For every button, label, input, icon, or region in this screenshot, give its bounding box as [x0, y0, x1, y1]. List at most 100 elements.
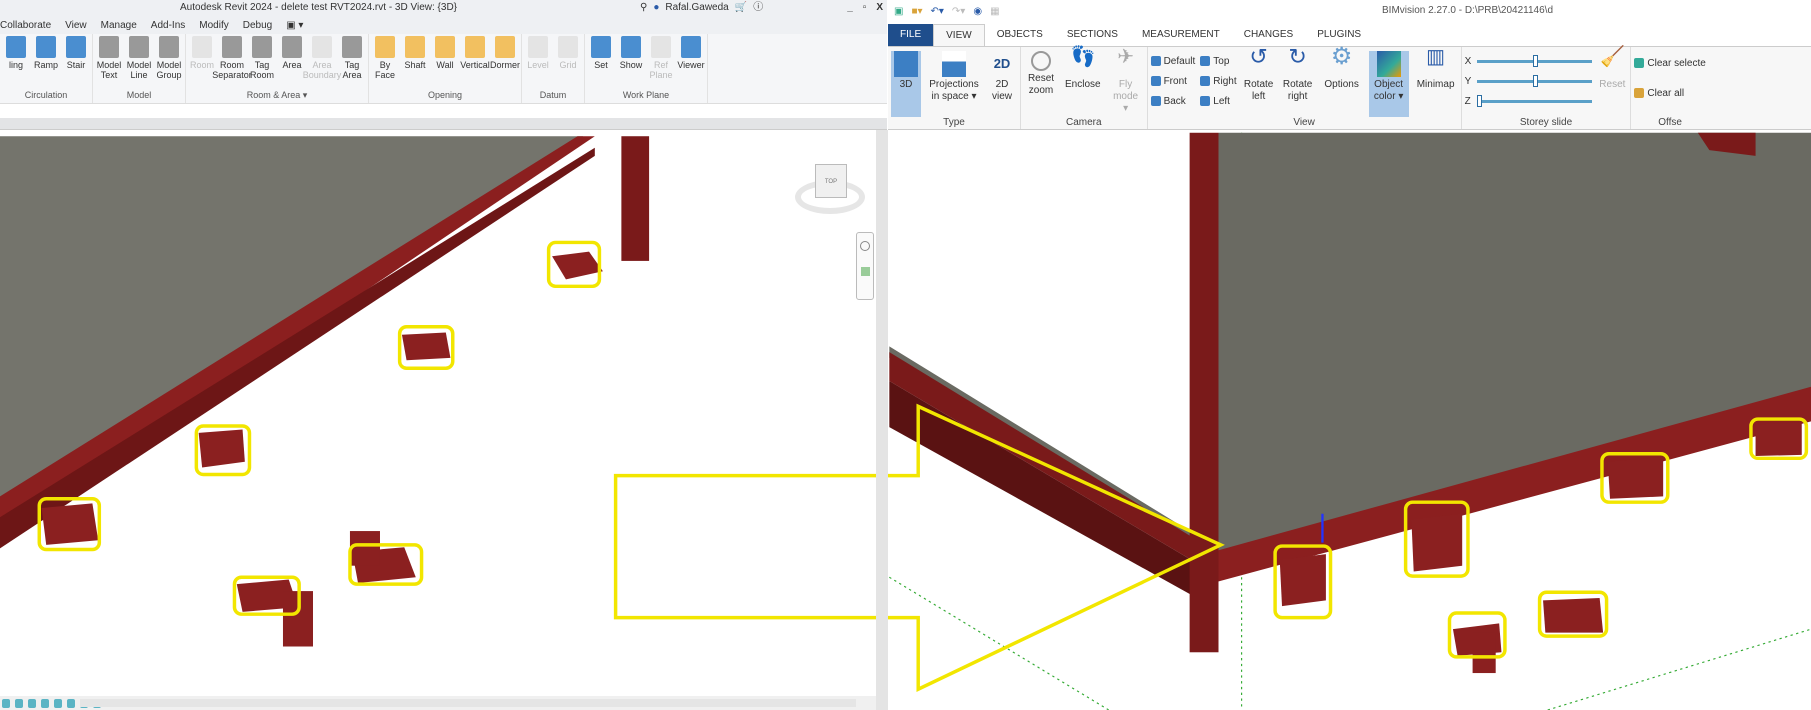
- scale-icon[interactable]: [2, 698, 10, 708]
- close-button[interactable]: X: [876, 0, 883, 16]
- minimize-button[interactable]: _: [847, 0, 853, 16]
- button-label: Tag Area: [342, 60, 362, 80]
- room-button[interactable]: Room: [189, 34, 215, 88]
- 3d-button[interactable]: 3D: [891, 51, 921, 117]
- object-color-button[interactable]: Object color ▾: [1368, 51, 1409, 117]
- steering-wheel-icon[interactable]: [860, 241, 870, 251]
- render-icon[interactable]: [67, 698, 75, 708]
- slider-y[interactable]: Y: [1465, 71, 1593, 91]
- rotate-left-button[interactable]: ↺ Rotate left: [1242, 46, 1276, 103]
- model-group-button[interactable]: Model Group: [156, 34, 182, 88]
- viewcube-face[interactable]: TOP: [815, 164, 847, 198]
- minimap-button[interactable]: ▥ Minimap: [1414, 47, 1458, 91]
- detail-level-icon[interactable]: [15, 698, 23, 708]
- tab-view[interactable]: View: [65, 18, 87, 34]
- vertical-button[interactable]: Vertical: [460, 34, 490, 88]
- slider-thumb[interactable]: [1533, 54, 1539, 67]
- tab-objects[interactable]: OBJECTS: [985, 24, 1055, 46]
- redo-icon[interactable]: ↷▾: [952, 6, 965, 17]
- room-separator-icon: [222, 36, 242, 58]
- reset-button[interactable]: 🧹 Reset: [1597, 47, 1627, 91]
- horizontal-scrollbar[interactable]: [80, 699, 856, 707]
- ling-button[interactable]: ling: [3, 34, 29, 88]
- view-front-button[interactable]: Front: [1150, 71, 1196, 91]
- show-button[interactable]: Show: [618, 34, 644, 88]
- tab-modify[interactable]: Modify: [199, 18, 228, 34]
- target-icon[interactable]: ◉: [973, 6, 982, 17]
- panel-label: Datum: [539, 90, 567, 100]
- enclose-button[interactable]: 👣 Enclose: [1063, 47, 1103, 91]
- tab-panel-toggle[interactable]: ▣ ▾: [286, 18, 303, 34]
- user-name[interactable]: Rafal.Gaweda: [665, 0, 728, 16]
- ramp-button[interactable]: Ramp: [33, 34, 59, 88]
- clear-selected-icon: [1634, 58, 1645, 68]
- tab-add-ins[interactable]: Add-Ins: [151, 18, 185, 34]
- reset-zoom-button[interactable]: Reset zoom: [1024, 51, 1058, 97]
- shaft-button[interactable]: Shaft: [402, 34, 428, 88]
- level-button[interactable]: Level: [525, 34, 551, 88]
- button-label: Viewer: [677, 60, 705, 70]
- area-button[interactable]: Area: [279, 34, 305, 88]
- room-separator-button[interactable]: Room Separator: [212, 34, 252, 88]
- help-icon[interactable]: ⓘ: [753, 0, 763, 16]
- navigation-bar[interactable]: [856, 232, 874, 300]
- revit-window: Autodesk Revit 2024 - delete test RVT202…: [0, 0, 887, 710]
- model-line-button[interactable]: Model Line: [126, 34, 152, 88]
- 2d-view-button[interactable]: 2D 2D view: [987, 51, 1017, 103]
- tab-manage[interactable]: Manage: [101, 18, 137, 34]
- pane-divider[interactable]: [876, 130, 888, 710]
- button-label: Shaft: [404, 60, 426, 70]
- shadows-icon[interactable]: [54, 698, 62, 708]
- slider-thumb[interactable]: [1476, 94, 1482, 107]
- revit-ribbon: ling Ramp Stair Circulation Model Text Model …: [0, 34, 887, 104]
- settings-icon[interactable]: ▦: [990, 6, 999, 17]
- tab-file[interactable]: FILE: [888, 24, 934, 46]
- viewcube[interactable]: TOP: [795, 160, 865, 220]
- tab-collaborate[interactable]: Collaborate: [0, 18, 51, 34]
- view-back-button[interactable]: Back: [1150, 91, 1196, 111]
- binoculars-icon[interactable]: ⚲: [640, 0, 647, 16]
- open-icon[interactable]: ■▾: [911, 6, 922, 17]
- tab-view[interactable]: VIEW: [933, 24, 985, 46]
- visual-style-icon[interactable]: [28, 698, 36, 708]
- cart-icon[interactable]: 🛒: [735, 0, 747, 16]
- viewer-button[interactable]: Viewer: [677, 34, 705, 88]
- view-default-button[interactable]: Default: [1150, 51, 1195, 71]
- panel-circulation: ling Ramp Stair Circulation: [0, 34, 93, 103]
- model-text-button[interactable]: Model Text: [96, 34, 122, 88]
- tab-changes[interactable]: CHANGES: [1232, 24, 1305, 46]
- slider-thumb[interactable]: [1533, 74, 1539, 87]
- slider-x[interactable]: X: [1465, 51, 1593, 71]
- options-button[interactable]: ⚙ Options: [1320, 45, 1364, 91]
- tab-debug[interactable]: Debug: [243, 18, 272, 34]
- zoom-icon[interactable]: [860, 267, 870, 276]
- clear-all-button[interactable]: Clear all: [1634, 83, 1684, 103]
- tag-room-button[interactable]: Tag Room: [249, 34, 275, 88]
- view-top-button[interactable]: Top: [1200, 51, 1236, 71]
- area-boundary-button[interactable]: Area Boundary: [303, 34, 341, 88]
- view-top-icon: [1200, 56, 1211, 66]
- fly-mode-button[interactable]: ✈ Fly mode ▾: [1108, 47, 1144, 115]
- ref-plane-button[interactable]: Ref Plane: [648, 34, 674, 88]
- clear-selected-button[interactable]: Clear selecte: [1634, 53, 1706, 73]
- sun-path-icon[interactable]: [41, 698, 49, 708]
- button-label: Wall: [436, 60, 454, 70]
- stair-button[interactable]: Stair: [63, 34, 89, 88]
- restore-button[interactable]: ▫: [863, 0, 867, 16]
- view-left-button[interactable]: Left: [1200, 91, 1236, 111]
- tag-area-button[interactable]: Tag Area: [339, 34, 365, 88]
- undo-icon[interactable]: ↶▾: [931, 6, 944, 17]
- projections-button[interactable]: Projections in space ▾: [926, 51, 982, 103]
- by-face-button[interactable]: By Face: [372, 34, 398, 88]
- tab-measurement[interactable]: MEASUREMENT: [1130, 24, 1232, 46]
- wall-button[interactable]: Wall: [432, 34, 458, 88]
- set-icon: [591, 36, 611, 58]
- rotate-right-button[interactable]: ↻ Rotate right: [1281, 46, 1315, 103]
- grid-button[interactable]: Grid: [555, 34, 581, 88]
- view-right-button[interactable]: Right: [1200, 71, 1237, 91]
- tab-sections[interactable]: SECTIONS: [1055, 24, 1130, 46]
- revit-view-tabbar: [0, 118, 887, 130]
- slider-z[interactable]: Z: [1465, 91, 1593, 111]
- set-button[interactable]: Set: [588, 34, 614, 88]
- dormer-button[interactable]: Dormer: [490, 34, 520, 88]
